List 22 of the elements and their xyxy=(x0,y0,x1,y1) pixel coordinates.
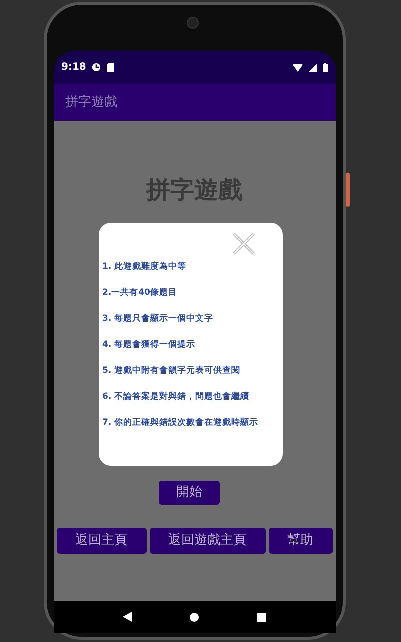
rule-text: 5. 遊戲中附有會韻字元表可供查閱 xyxy=(102,365,242,378)
status-time: 9:18 xyxy=(62,61,86,75)
nav-button[interactable]: 幫助 xyxy=(268,528,332,554)
start-button[interactable]: 開始 xyxy=(159,481,220,505)
nav-button[interactable]: 返回遊戲主頁 xyxy=(150,528,266,554)
rule-text: 4. 每題會獲得一個提示 xyxy=(102,339,197,352)
signal-icon xyxy=(308,64,316,72)
back-icon[interactable] xyxy=(122,612,132,622)
rule-text: 6. 不論答案是對與錯，問題也會繼續 xyxy=(102,391,251,404)
camera-icon xyxy=(186,17,198,29)
rule-text: 1. 此遊戲難度為中等 xyxy=(102,261,188,274)
battery-icon xyxy=(322,63,328,72)
notification-icon xyxy=(92,63,102,72)
nav-button[interactable]: 返回主頁 xyxy=(56,528,146,554)
rule-text: 3. 每題只會顯示一個中文字 xyxy=(102,313,215,326)
app-bar-title: 拼字遊戲 xyxy=(66,94,118,112)
home-icon[interactable] xyxy=(190,612,199,622)
rule-text: 7. 你的正確與錯誤次數會在遊戲時顯示 xyxy=(102,417,260,430)
sd-card-icon xyxy=(107,63,114,72)
recents-icon[interactable] xyxy=(257,612,266,622)
rule-text: 2.一共有40條題目 xyxy=(102,287,178,300)
wifi-icon xyxy=(292,64,302,72)
